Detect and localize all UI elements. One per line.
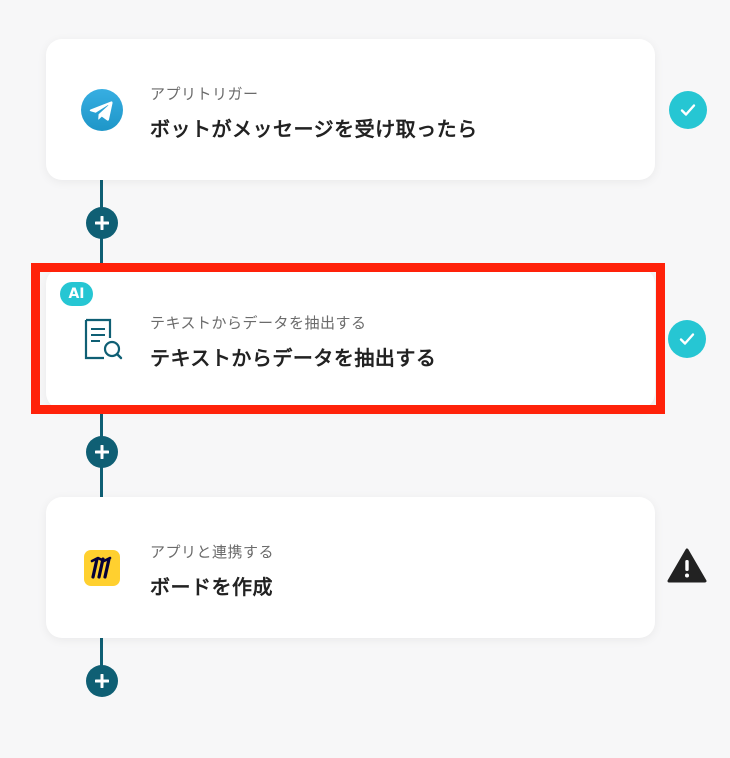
- selection-highlight-frame: [31, 263, 665, 414]
- telegram-icon: [80, 88, 124, 132]
- add-step-button[interactable]: [86, 207, 118, 239]
- miro-icon: [80, 546, 124, 590]
- status-complete: [667, 319, 707, 359]
- status-warning: [667, 546, 707, 586]
- plus-icon: [95, 216, 109, 230]
- ai-badge: AI: [60, 282, 93, 306]
- step-category-label: アプリと連携する: [150, 543, 275, 561]
- add-step-button[interactable]: [86, 436, 118, 468]
- step-card-trigger[interactable]: アプリトリガー ボットがメッセージを受け取ったら: [46, 39, 655, 180]
- step-title: ボードを作成: [150, 575, 273, 599]
- status-complete: [668, 90, 708, 130]
- step-title: ボットがメッセージを受け取ったら: [150, 117, 478, 141]
- step-card-app-action[interactable]: アプリと連携する ボードを作成: [46, 497, 655, 638]
- add-step-button[interactable]: [86, 665, 118, 697]
- plus-icon: [95, 674, 109, 688]
- check-icon: [680, 104, 696, 116]
- warning-icon: [667, 548, 707, 583]
- check-icon: [679, 333, 695, 345]
- step-category-label: アプリトリガー: [150, 85, 259, 103]
- plus-icon: [95, 445, 109, 459]
